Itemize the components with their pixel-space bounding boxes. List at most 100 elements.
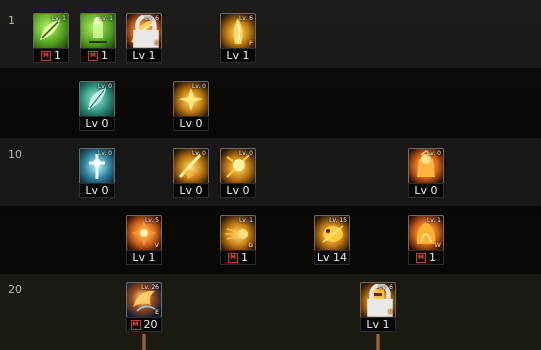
required-level-tag: Lv. 26 — [141, 284, 159, 291]
skill-level-value: Lv 0 — [226, 184, 250, 197]
skill-level-box: Lv 1 — [126, 48, 162, 63]
phoenix-skill-icon[interactable]: Lv. 26 E — [126, 282, 162, 318]
row-level-label: 1 — [8, 14, 15, 27]
row-band-5 — [0, 274, 541, 350]
skill-level-box: M1 — [80, 48, 116, 63]
required-level-tag: Lv. 0 — [97, 150, 112, 157]
skill-level-value: Lv 0 — [85, 117, 109, 130]
skill-level-value: Lv 1 — [366, 318, 390, 331]
required-level-tag: Lv. 1 — [238, 217, 253, 224]
hotkey-letter: V — [154, 242, 159, 249]
green-guard-skill-icon[interactable]: Lv. 1 — [80, 13, 116, 49]
skill-slot[interactable]: Lv. 0 Lv 0 — [220, 148, 256, 200]
skill-level-box: Lv 0 — [408, 183, 444, 198]
master-badge-icon: M — [88, 50, 98, 61]
required-level-tag: Lv. 15 — [329, 217, 347, 224]
flame-slash-skill-icon[interactable]: Lv. 6 S — [126, 13, 162, 49]
required-level-tag: Lv. 0 — [191, 83, 206, 90]
skill-level-value: 1 — [241, 251, 248, 264]
row-band-4 — [0, 206, 541, 274]
skill-slot[interactable]: Lv. 5 V Lv 1 — [126, 215, 162, 267]
lock-icon — [363, 284, 393, 317]
flame-pillar-skill-icon[interactable]: Lv. 6 F — [220, 13, 256, 49]
skill-level-box: Lv 1 — [360, 317, 396, 332]
skill-level-value: 1 — [429, 251, 436, 264]
skill-slot[interactable]: Lv. 1 M1 — [80, 13, 116, 65]
skill-slot[interactable]: Lv. 0 Lv 0 — [173, 81, 209, 133]
skill-slot[interactable]: Lv. 26 E M 20 — [126, 282, 162, 334]
skill-tree-panel: 1 10 20 Lv. 1 M 1 Lv. 1 M 1 Lv. 6 S Lv 1 Lv. 6 F Lv… — [0, 0, 541, 350]
required-level-tag: Lv. 0 — [238, 150, 253, 157]
skill-slot[interactable]: Lv. 6 R Lv 1 — [360, 282, 396, 334]
skill-level-value: 1 — [54, 49, 61, 62]
armored-knight-skill-icon[interactable]: Lv. 0 — [408, 148, 444, 184]
skill-level-value: Lv 0 — [179, 184, 203, 197]
required-level-tag: Lv. 0 — [97, 83, 112, 90]
skill-level-box: Lv 0 — [220, 183, 256, 198]
sword-flash-skill-icon[interactable]: Lv. 0 — [173, 148, 209, 184]
hotkey-letter: F — [248, 40, 253, 47]
skill-slot[interactable]: Lv. 6 F Lv 1 — [220, 13, 256, 65]
skill-level-value: 1 — [101, 49, 108, 62]
connector-post — [376, 334, 380, 350]
skill-slot[interactable]: Lv. 15 Lv 14 — [314, 215, 350, 267]
hotkey-letter: R — [388, 309, 393, 316]
skill-level-value: Lv 0 — [179, 117, 203, 130]
required-level-tag: Lv. 5 — [144, 217, 159, 224]
feather-skill-icon[interactable]: Lv. 0 — [79, 81, 115, 117]
connector-post — [142, 334, 146, 350]
required-level-tag: Lv. 6 — [238, 15, 253, 22]
skill-slot[interactable]: Lv. 0 Lv 0 — [79, 148, 115, 200]
skill-level-value: Lv 0 — [414, 184, 438, 197]
skill-slot[interactable]: Lv. 1GM1 — [220, 215, 256, 267]
skill-level-value: Lv 0 — [85, 184, 109, 197]
skill-slot[interactable]: Lv. 1WM1 — [408, 215, 444, 267]
skill-level-box: M 20 — [126, 317, 162, 332]
required-level-tag: Lv. 6 — [144, 15, 159, 22]
lock-icon — [129, 15, 159, 48]
master-badge-icon: M — [41, 50, 51, 61]
hotkey-letter: S — [154, 40, 159, 47]
skill-slot[interactable]: Lv. 0 Lv 0 — [79, 81, 115, 133]
skill-level-box: Lv 0 — [173, 116, 209, 131]
skill-level-box: Lv 1 — [220, 48, 256, 63]
required-level-tag: Lv. 1 — [51, 15, 66, 22]
hotkey-letter: G — [248, 242, 253, 249]
skill-level-box: Lv 0 — [79, 116, 115, 131]
skill-level-value: Lv 1 — [226, 49, 250, 62]
spark-skill-icon[interactable]: Lv. 0 — [220, 148, 256, 184]
golden-beast-skill-icon[interactable]: Lv. 15 — [314, 215, 350, 251]
hotkey-letter: E — [154, 309, 159, 316]
master-badge-icon: M — [228, 252, 238, 263]
skill-level-box: M1 — [408, 250, 444, 265]
master-badge-icon: M — [416, 252, 426, 263]
skill-slot[interactable]: Lv. 0 Lv 0 — [173, 148, 209, 200]
row-level-label: 20 — [8, 283, 22, 296]
golden-totem-skill-icon[interactable]: Lv. 6 R — [360, 282, 396, 318]
burst-skill-icon[interactable]: Lv. 0 — [173, 81, 209, 117]
flame-armor-skill-icon[interactable]: Lv. 1 W — [408, 215, 444, 251]
skill-level-value: Lv 1 — [132, 251, 156, 264]
skill-level-value: Lv 1 — [132, 49, 156, 62]
green-leaf-skill-icon[interactable]: Lv. 1 — [33, 13, 69, 49]
skill-level-box: Lv 14 — [314, 250, 350, 265]
master-badge-icon: M — [130, 319, 141, 330]
skill-level-box: M1 — [220, 250, 256, 265]
skill-level-box: Lv 0 — [79, 183, 115, 198]
required-level-tag: Lv. 0 — [191, 150, 206, 157]
skill-slot[interactable]: Lv. 0 Lv 0 — [408, 148, 444, 200]
skill-slot[interactable]: Lv. 1 M1 — [33, 13, 69, 65]
required-level-tag: Lv. 6 — [378, 284, 393, 291]
required-level-tag: Lv. 0 — [426, 150, 441, 157]
skill-slot[interactable]: Lv. 6 S Lv 1 — [126, 13, 162, 65]
comet-strike-skill-icon[interactable]: Lv. 1 G — [220, 215, 256, 251]
holy-cross-skill-icon[interactable]: Lv. 0 — [79, 148, 115, 184]
skill-level-box: Lv 1 — [126, 250, 162, 265]
required-level-tag: Lv. 1 — [426, 217, 441, 224]
hotkey-letter: W — [434, 242, 441, 249]
skill-level-box: Lv 0 — [173, 183, 209, 198]
skill-level-box: M1 — [33, 48, 69, 63]
skill-level-value: 20 — [143, 318, 158, 331]
skill-level-value: Lv 14 — [316, 251, 348, 264]
fire-cross-skill-icon[interactable]: Lv. 5 V — [126, 215, 162, 251]
